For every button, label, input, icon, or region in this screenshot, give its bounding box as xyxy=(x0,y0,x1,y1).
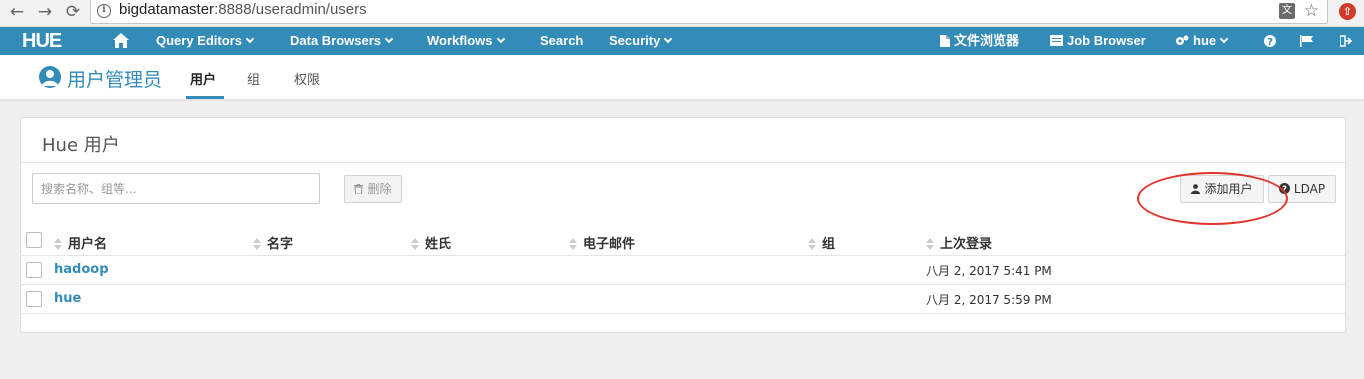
tab-permissions[interactable]: 权限 xyxy=(294,69,320,88)
info-icon[interactable]: i xyxy=(97,4,111,18)
nav-security-label: Security xyxy=(609,33,661,48)
trash-icon xyxy=(354,183,364,194)
column-header-last-name[interactable]: 姓氏 xyxy=(411,233,451,252)
user-circle-icon xyxy=(39,66,61,88)
url-path: :8888/useradmin/users xyxy=(214,1,367,18)
help-icon[interactable]: ? xyxy=(1264,35,1276,47)
nav-job-browser[interactable]: Job Browser xyxy=(1050,27,1146,55)
translate-icon[interactable]: 文 xyxy=(1279,3,1295,19)
column-label: 名字 xyxy=(267,237,294,252)
chevron-down-icon xyxy=(384,34,394,44)
nav-user-menu[interactable]: hue xyxy=(1175,27,1229,55)
nav-security[interactable]: Security xyxy=(609,27,673,55)
hue-navbar: HUE Query Editors Data Browsers Workflow… xyxy=(0,27,1364,55)
url-host: bigdatamaster xyxy=(119,1,215,18)
delete-button[interactable]: 删除 xyxy=(344,175,402,203)
sort-icon xyxy=(54,238,62,250)
chevron-down-icon xyxy=(245,34,255,44)
select-all-checkbox[interactable] xyxy=(26,232,42,248)
nav-workflows[interactable]: Workflows xyxy=(427,27,505,55)
column-label: 用户名 xyxy=(68,237,108,252)
reload-icon[interactable]: ⟳ xyxy=(62,2,84,24)
table-header: 用户名 名字 姓氏 电子邮件 组 上次登录 xyxy=(21,230,1345,256)
sort-icon xyxy=(411,238,419,250)
last-login: 八月 2, 2017 5:41 PM xyxy=(926,264,1052,278)
cogs-icon xyxy=(1176,35,1189,45)
nav-file-browser[interactable]: 文件浏览器 xyxy=(940,27,1019,55)
chevron-down-icon xyxy=(664,34,673,44)
tab-groups[interactable]: 组 xyxy=(247,69,260,88)
column-label: 组 xyxy=(822,237,836,252)
tab-users[interactable]: 用户 xyxy=(190,69,216,88)
column-label: 姓氏 xyxy=(425,237,452,252)
row-checkbox[interactable] xyxy=(26,291,42,307)
column-header-username[interactable]: 用户名 xyxy=(54,233,107,252)
nav-data-browsers-label: Data Browsers xyxy=(290,33,382,48)
username-link[interactable]: hue xyxy=(54,291,81,306)
column-header-email[interactable]: 电子邮件 xyxy=(569,233,635,252)
sign-out-icon[interactable] xyxy=(1340,35,1352,47)
forward-arrow-icon[interactable]: → xyxy=(34,2,56,24)
hue-logo[interactable]: HUE xyxy=(22,31,62,51)
column-label: 上次登录 xyxy=(940,237,993,252)
bookmark-star-icon[interactable]: ☆ xyxy=(1304,1,1319,21)
url-text: bigdatamaster:8888/useradmin/users xyxy=(119,1,367,18)
divider xyxy=(21,162,1345,163)
page-title: 用户管理员 xyxy=(67,69,163,91)
column-header-groups[interactable]: 组 xyxy=(808,233,835,252)
address-bar[interactable]: i bigdatamaster:8888/useradmin/users 文 ☆ xyxy=(90,0,1328,24)
back-arrow-icon[interactable]: ← xyxy=(6,2,28,24)
flag-icon[interactable] xyxy=(1300,35,1314,47)
column-header-last-login[interactable]: 上次登录 xyxy=(926,233,992,252)
column-header-first-name[interactable]: 名字 xyxy=(253,233,293,252)
username-link[interactable]: hadoop xyxy=(54,262,109,277)
nav-user-label: hue xyxy=(1193,33,1217,48)
file-icon xyxy=(940,34,950,47)
nav-search-label: Search xyxy=(540,33,584,48)
browser-toolbar: ← → ⟳ i bigdatamaster:8888/useradmin/use… xyxy=(0,0,1364,27)
sort-icon xyxy=(253,238,261,250)
nav-query-editors[interactable]: Query Editors xyxy=(156,27,255,55)
list-icon xyxy=(1050,35,1063,47)
table-row: hue 八月 2, 2017 5:59 PM xyxy=(21,285,1345,314)
nav-query-editors-label: Query Editors xyxy=(156,33,242,48)
active-tab-indicator xyxy=(186,96,224,99)
nav-job-browser-label: Job Browser xyxy=(1067,33,1146,48)
sort-icon xyxy=(808,238,816,250)
app-subheader: 用户管理员 用户 组 权限 xyxy=(0,55,1364,100)
last-login: 八月 2, 2017 5:59 PM xyxy=(926,293,1052,307)
nav-search[interactable]: Search xyxy=(540,27,583,55)
row-checkbox[interactable] xyxy=(26,262,42,278)
column-label: 电子邮件 xyxy=(583,237,636,252)
sort-icon xyxy=(569,238,577,250)
nav-file-browser-label: 文件浏览器 xyxy=(954,33,1020,48)
table-row: hadoop 八月 2, 2017 5:41 PM xyxy=(21,256,1345,285)
chevron-down-icon xyxy=(1219,34,1229,44)
delete-label: 删除 xyxy=(367,182,392,196)
extension-icon[interactable]: ⇧ xyxy=(1339,3,1356,20)
nav-workflows-label: Workflows xyxy=(427,33,493,48)
nav-data-browsers[interactable]: Data Browsers xyxy=(290,27,394,55)
users-card: Hue 用户 删除 添加用户 ?LDAP 用户名 名字 姓氏 电子邮件 组 上次… xyxy=(20,117,1346,333)
sort-icon xyxy=(926,238,934,250)
card-title: Hue 用户 xyxy=(42,135,120,156)
annotation-ellipse xyxy=(1137,172,1288,225)
search-input[interactable] xyxy=(32,173,320,204)
svg-text:?: ? xyxy=(1267,37,1273,47)
home-icon[interactable] xyxy=(112,32,130,49)
chevron-down-icon xyxy=(496,34,505,44)
ldap-label: LDAP xyxy=(1293,182,1326,196)
